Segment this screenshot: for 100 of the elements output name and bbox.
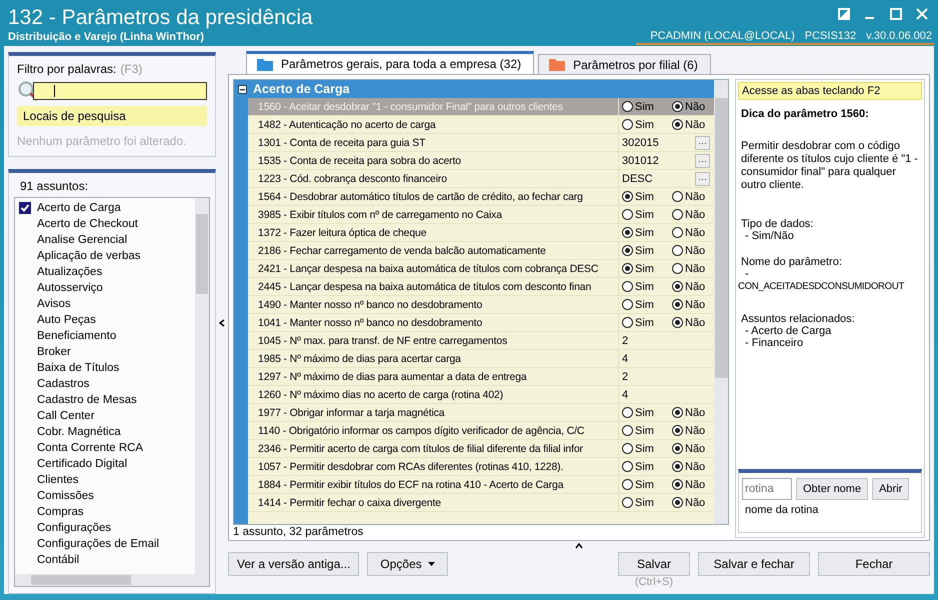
parameter-name[interactable]: 1564 - Desdobrar automático títulos de cartão de crédito, ao fechar carg bbox=[248, 190, 618, 202]
radio-option[interactable]: Sim bbox=[622, 478, 664, 490]
radio-button[interactable] bbox=[622, 479, 633, 490]
radio-button[interactable] bbox=[672, 209, 683, 220]
radio-option[interactable]: Sim bbox=[622, 280, 664, 292]
radio-button[interactable] bbox=[622, 461, 633, 472]
parameter-value[interactable]: 4 bbox=[622, 388, 714, 400]
subject-item[interactable]: Aplicação de verbas bbox=[37, 250, 141, 262]
radio-option[interactable]: Não bbox=[672, 226, 714, 238]
radio-option[interactable]: Não bbox=[672, 208, 714, 220]
radio-button[interactable] bbox=[672, 245, 683, 256]
subject-item[interactable]: Clientes bbox=[37, 474, 79, 486]
collapse-handle-icon[interactable] bbox=[219, 319, 225, 327]
scrollbar[interactable] bbox=[195, 198, 209, 574]
subject-item[interactable]: Comissões bbox=[37, 490, 94, 502]
subject-item[interactable]: Acerto de Carga bbox=[37, 202, 121, 214]
subject-item[interactable]: Configurações de Email bbox=[37, 538, 160, 550]
radio-option[interactable]: Sim bbox=[622, 424, 664, 436]
radio-option[interactable]: Sim bbox=[622, 244, 664, 256]
radio-option[interactable]: Não bbox=[672, 280, 714, 292]
horizontal-scrollbar[interactable] bbox=[15, 574, 209, 586]
parameter-name[interactable]: 1260 - Nº máximo dias no acerto de carga (rotina 402) bbox=[248, 388, 618, 400]
radio-button[interactable] bbox=[672, 425, 683, 436]
radio-option[interactable]: Sim bbox=[622, 496, 664, 508]
search-locations-dropdown[interactable]: Locais de pesquisa bbox=[17, 106, 207, 126]
radio-option[interactable]: Sim bbox=[622, 406, 664, 418]
subject-item[interactable]: Cadastros bbox=[37, 378, 90, 390]
radio-button[interactable] bbox=[622, 227, 633, 238]
radio-button[interactable] bbox=[672, 227, 683, 238]
radio-option[interactable]: Sim bbox=[622, 460, 664, 472]
radio-button[interactable] bbox=[622, 443, 633, 454]
maximize-icon[interactable] bbox=[890, 8, 902, 20]
radio-button[interactable] bbox=[622, 209, 633, 220]
radio-option[interactable]: Não bbox=[672, 478, 714, 490]
radio-button[interactable] bbox=[672, 461, 683, 472]
subject-item[interactable]: Baixa de Títulos bbox=[37, 362, 120, 374]
parameter-name[interactable]: 1223 - Cód. cobrança desconto financeiro bbox=[248, 172, 618, 184]
subject-item[interactable]: Analise Gerencial bbox=[37, 234, 128, 246]
radio-button[interactable] bbox=[622, 281, 633, 292]
parameter-name[interactable]: 1057 - Permitir desdobrar com RCAs diferentes (rotinas 410, 1228). bbox=[248, 460, 618, 472]
subject-item[interactable]: Auto Peças bbox=[37, 314, 96, 326]
scrollbar[interactable] bbox=[714, 80, 728, 524]
subject-item[interactable]: Beneficiamento bbox=[37, 330, 116, 342]
open-button[interactable]: Abrir bbox=[872, 478, 910, 500]
radio-option[interactable]: Não bbox=[672, 442, 714, 454]
restore-icon[interactable] bbox=[838, 8, 850, 20]
radio-button[interactable] bbox=[672, 281, 683, 292]
tab[interactable]: Parâmetros por filial (6) bbox=[538, 54, 711, 74]
subject-item[interactable]: Broker bbox=[37, 346, 71, 358]
radio-option[interactable]: Não bbox=[672, 262, 714, 274]
radio-button[interactable] bbox=[672, 119, 683, 130]
save-close-button[interactable]: Salvar e fechar bbox=[698, 552, 810, 576]
parameter-value[interactable]: 2 bbox=[622, 334, 714, 346]
radio-option[interactable]: Não bbox=[672, 298, 714, 310]
subject-item[interactable]: Configurações bbox=[37, 522, 112, 534]
parameter-name[interactable]: 1301 - Conta de receita para guia ST bbox=[248, 136, 618, 148]
radio-option[interactable]: Sim bbox=[622, 190, 664, 202]
subject-item[interactable]: Cadastro de Mesas bbox=[37, 394, 137, 406]
radio-button[interactable] bbox=[622, 317, 633, 328]
subject-item[interactable]: Certificado Digital bbox=[37, 458, 128, 470]
radio-button[interactable] bbox=[622, 425, 633, 436]
radio-button[interactable] bbox=[622, 191, 633, 202]
parameter-name[interactable]: 1297 - Nº máximo de dias para aumentar a data de entrega bbox=[248, 370, 618, 382]
radio-button[interactable] bbox=[672, 497, 683, 508]
radio-option[interactable]: Sim bbox=[622, 208, 664, 220]
radio-option[interactable]: Sim bbox=[622, 298, 664, 310]
parameter-value[interactable]: 302015 bbox=[622, 136, 687, 148]
radio-button[interactable] bbox=[622, 101, 633, 112]
lookup-button[interactable]: ··· bbox=[695, 172, 710, 186]
parameter-name[interactable]: 2346 - Permitir acerto de carga com títulos de filial diferente da filial infor bbox=[248, 442, 618, 454]
radio-option[interactable]: Não bbox=[672, 244, 714, 256]
radio-option[interactable]: Sim bbox=[622, 226, 664, 238]
radio-button[interactable] bbox=[672, 191, 683, 202]
parameter-name[interactable]: 1372 - Fazer leitura óptica de cheque bbox=[248, 226, 618, 238]
parameter-name[interactable]: 1535 - Conta de receita para sobra do acerto bbox=[248, 154, 618, 166]
lookup-button[interactable]: ··· bbox=[695, 154, 710, 168]
parameter-value[interactable]: DESC bbox=[622, 172, 687, 184]
radio-option[interactable]: Não bbox=[672, 460, 714, 472]
parameter-name[interactable]: 1977 - Obrigar informar a tarja magnética bbox=[248, 406, 618, 418]
parameter-name[interactable]: 1482 - Autenticação no acerto de carga bbox=[248, 118, 618, 130]
parameter-name[interactable]: 1884 - Permitir exibir títulos do ECF na rotina 410 - Acerto de Carga bbox=[248, 478, 618, 490]
parameter-name[interactable]: 2421 - Lançar despesa na baixa automática de títulos com cobrança DESC bbox=[248, 262, 618, 274]
radio-option[interactable]: Não bbox=[672, 424, 714, 436]
subject-item[interactable]: Autosserviço bbox=[37, 282, 103, 294]
checkbox[interactable] bbox=[19, 202, 31, 214]
collapse-icon[interactable] bbox=[238, 84, 247, 94]
close-button[interactable]: Fechar bbox=[818, 552, 930, 576]
expand-handle-icon[interactable] bbox=[575, 543, 583, 549]
radio-button[interactable] bbox=[622, 299, 633, 310]
radio-button[interactable] bbox=[672, 299, 683, 310]
subject-item[interactable]: Acerto de Checkout bbox=[37, 218, 138, 230]
radio-option[interactable]: Não bbox=[672, 406, 714, 418]
radio-option[interactable]: Sim bbox=[622, 262, 664, 274]
parameter-name[interactable]: 1490 - Manter nosso nº banco no desdobramento bbox=[248, 298, 618, 310]
close-icon[interactable] bbox=[916, 8, 928, 20]
routine-field[interactable]: rotina bbox=[742, 478, 792, 500]
radio-button[interactable] bbox=[622, 245, 633, 256]
parameter-name[interactable]: 2186 - Fechar carregamento de venda balcão automaticamente bbox=[248, 244, 618, 256]
parameter-name[interactable]: 2445 - Lançar despesa na baixa automática de títulos com desconto finan bbox=[248, 280, 618, 292]
subject-item[interactable]: Cobr. Magnética bbox=[37, 426, 121, 438]
